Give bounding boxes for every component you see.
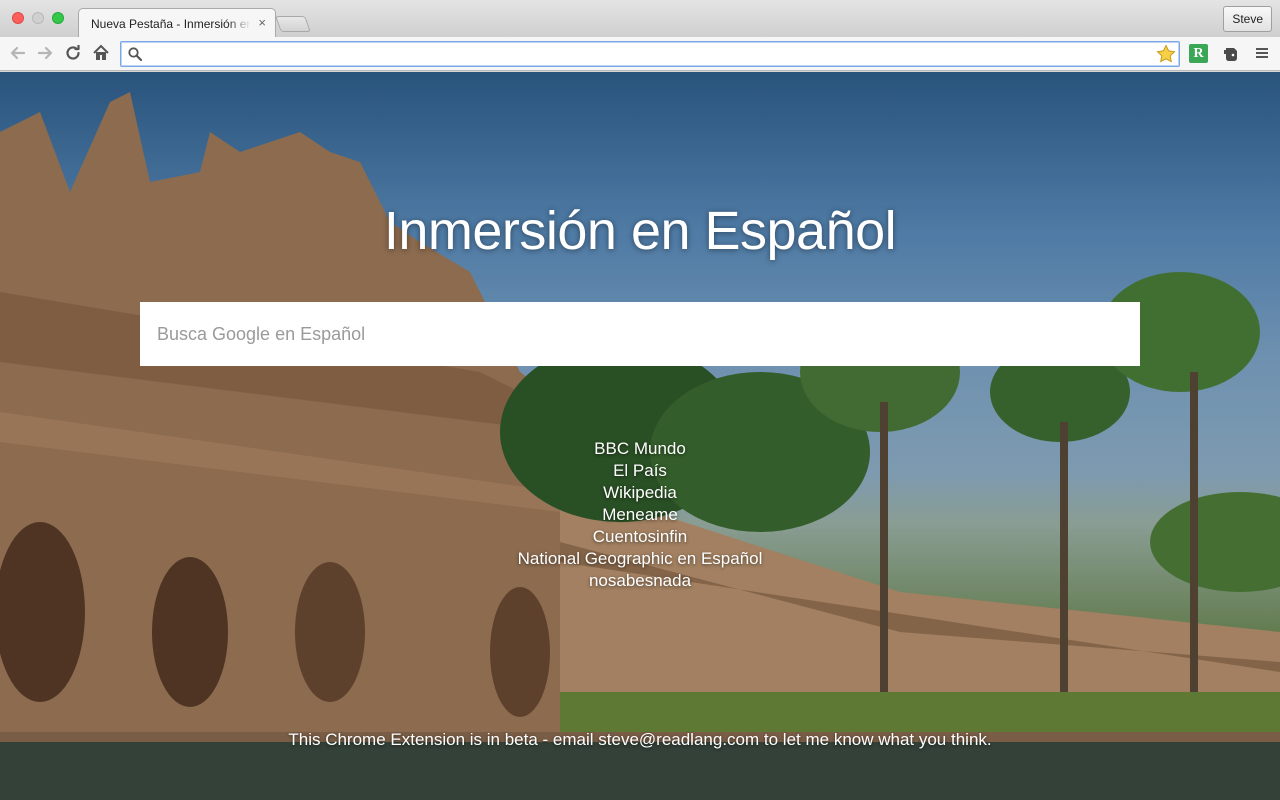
site-links: BBC Mundo El País Wikipedia Meneame Cuen… bbox=[0, 438, 1280, 592]
beta-notice-after: to let me know what you think. bbox=[759, 730, 992, 749]
link-nosabesnada[interactable]: nosabesnada bbox=[0, 570, 1280, 592]
beta-notice-before: This Chrome Extension is in beta - email bbox=[288, 730, 599, 749]
link-national-geographic[interactable]: National Geographic en Español bbox=[0, 548, 1280, 570]
tab-title: Nueva Pestaña - Inmersión en Español bbox=[91, 17, 251, 31]
tab-active[interactable]: Nueva Pestaña - Inmersión en Español × bbox=[78, 8, 276, 37]
feedback-email-link[interactable]: steve@readlang.com bbox=[598, 730, 759, 749]
hamburger-menu-icon[interactable] bbox=[1254, 45, 1270, 61]
background-photo bbox=[0, 72, 1280, 800]
search-icon bbox=[128, 47, 143, 62]
browser-toolbar: R bbox=[0, 37, 1280, 71]
link-cuentosinfin[interactable]: Cuentosinfin bbox=[0, 526, 1280, 548]
browser-titlebar: Nueva Pestaña - Inmersión en Español × S… bbox=[0, 0, 1280, 37]
window-zoom-button[interactable] bbox=[52, 12, 64, 24]
window-minimize-button[interactable] bbox=[32, 12, 44, 24]
tab-close-icon[interactable]: × bbox=[258, 15, 266, 30]
address-bar[interactable] bbox=[120, 41, 1180, 67]
back-arrow-icon[interactable] bbox=[6, 41, 30, 65]
forward-arrow-icon[interactable] bbox=[33, 41, 57, 65]
profile-button[interactable]: Steve bbox=[1223, 6, 1272, 32]
readlang-extension-icon[interactable]: R bbox=[1189, 44, 1208, 63]
beta-notice: This Chrome Extension is in beta - email… bbox=[0, 730, 1280, 750]
page-title: Inmersión en Español bbox=[383, 201, 897, 261]
google-search-input[interactable] bbox=[140, 302, 1140, 366]
evernote-extension-icon[interactable] bbox=[1221, 44, 1241, 64]
home-icon[interactable] bbox=[89, 41, 113, 65]
new-tab-button[interactable] bbox=[275, 16, 311, 32]
new-tab-page: Inmersión en Español BBC Mundo El País W… bbox=[0, 72, 1280, 800]
link-meneame[interactable]: Meneame bbox=[0, 504, 1280, 526]
window-close-button[interactable] bbox=[12, 12, 24, 24]
star-icon[interactable] bbox=[1156, 44, 1176, 64]
link-el-pais[interactable]: El País bbox=[0, 460, 1280, 482]
reload-icon[interactable] bbox=[61, 41, 85, 65]
link-wikipedia[interactable]: Wikipedia bbox=[0, 482, 1280, 504]
address-input[interactable] bbox=[147, 44, 1147, 64]
link-bbc-mundo[interactable]: BBC Mundo bbox=[0, 438, 1280, 460]
